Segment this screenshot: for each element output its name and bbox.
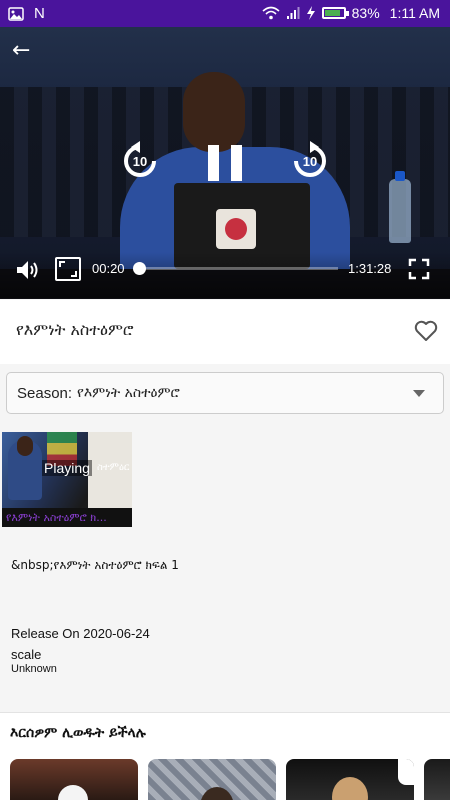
season-value: የእምነት አስተዕምሮ (77, 385, 180, 401)
recommendation-card[interactable] (10, 759, 138, 800)
episode-description: &nbsp;የእምነት አስተዕምሮ ክፍል 1 (11, 558, 179, 572)
volume-icon[interactable] (15, 259, 41, 281)
video-player[interactable]: ← 10 10 00:20 1:31:28 (0, 27, 450, 299)
pause-button[interactable] (208, 145, 242, 181)
water-bottle (389, 171, 411, 243)
scale-label: scale (11, 647, 42, 662)
recommendation-card[interactable] (148, 759, 276, 800)
heart-icon[interactable] (414, 320, 438, 342)
scale-value: Unknown (11, 663, 57, 675)
season-label: Season: (17, 385, 73, 402)
total-time: 1:31:28 (348, 261, 392, 276)
n-notification-icon: N (34, 5, 45, 22)
current-time: 00:20 (92, 261, 125, 276)
battery-fill (324, 10, 340, 16)
episode-card[interactable]: Playing ስተምዕር የእምነት አስተዕምሮ ክ... (2, 432, 132, 527)
aspect-ratio-icon[interactable] (55, 257, 81, 281)
seek-bar[interactable] (138, 267, 338, 270)
page-title: የእምነት አስተዕምሮ (16, 320, 134, 339)
recommendation-card[interactable] (286, 759, 414, 800)
playing-sub-label: ስተምዕር (97, 462, 130, 473)
status-time: 1:11 AM (389, 5, 440, 21)
seek-thumb[interactable] (133, 262, 146, 275)
season-dropdown[interactable]: Season: የእምነት አስተዕምሮ (6, 372, 444, 414)
rewind-seconds: 10 (133, 154, 147, 169)
title-row: የእምነት አስተዕምሮ (0, 300, 450, 364)
wifi-icon (262, 6, 280, 20)
release-date: Release On 2020-06-24 (11, 626, 150, 641)
playing-label: Playing (42, 460, 92, 476)
signal-icon (286, 6, 300, 20)
status-bar: N 83% 1:11 AM (0, 0, 450, 27)
rewind-10-button[interactable]: 10 (120, 139, 160, 183)
forward-seconds: 10 (303, 154, 317, 169)
recommendations-title: እርሰዎም ሊወዱት ይችላሉ (10, 725, 146, 741)
forward-10-button[interactable]: 10 (290, 139, 330, 183)
back-arrow-icon[interactable]: ← (12, 39, 36, 63)
fullscreen-icon[interactable] (408, 258, 430, 280)
recommendations-section: እርሰዎም ሊወዱት ይችላሉ (0, 713, 450, 800)
dropdown-caret-icon (413, 390, 425, 397)
recommendation-card[interactable] (424, 759, 450, 800)
image-icon (8, 6, 24, 21)
battery-percent: 83% (351, 5, 380, 21)
charging-bolt-icon (306, 6, 316, 20)
episode-caption: የእምነት አስተዕምሮ ክ... (2, 508, 132, 527)
battery-icon (321, 7, 349, 19)
